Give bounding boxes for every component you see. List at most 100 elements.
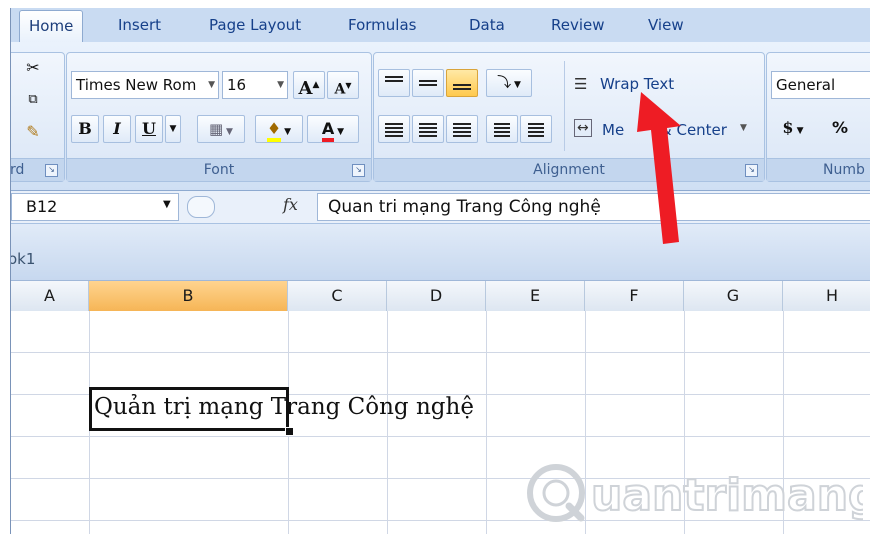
tab-home[interactable]: Home — [19, 10, 84, 45]
fill-handle[interactable] — [285, 427, 294, 436]
align-top-icon — [385, 76, 403, 84]
grow-font-button[interactable]: A▲ — [293, 71, 325, 99]
increase-indent-button[interactable] — [520, 115, 552, 143]
ribbon: ✂ ⧉ ✎ rd ↘ Times New Rom ▼ 16 ▼ A▲ A▼ B … — [11, 42, 870, 191]
workbook-title-bar: ok1 — [11, 224, 870, 280]
cell-b12-text: Quản trị mạng Trang Công nghệ — [94, 394, 474, 420]
font-group-label: Font — [67, 158, 371, 181]
borders-icon: ▦ — [209, 120, 224, 138]
splitter-handle[interactable] — [187, 196, 215, 218]
number-group: General $ ▼ % Numb — [766, 52, 870, 182]
column-header-e[interactable]: E — [486, 281, 585, 311]
column-header-f[interactable]: F — [585, 281, 684, 311]
insert-function-icon[interactable]: fx — [283, 195, 298, 214]
decrease-indent-icon — [494, 122, 510, 137]
chevron-down-icon: ▼ — [334, 127, 345, 137]
chevron-down-icon: ▼ — [793, 126, 804, 136]
underline-dropdown-icon[interactable]: ▼ — [165, 115, 181, 143]
column-header-a[interactable]: A — [11, 281, 89, 311]
merge-center-icon: ↔ — [574, 119, 592, 137]
underline-button[interactable]: U — [135, 115, 163, 143]
italic-button[interactable]: I — [103, 115, 131, 143]
column-header-b[interactable]: B — [89, 281, 288, 311]
align-right-button[interactable] — [446, 115, 478, 143]
fill-bucket-icon: ♦ — [266, 119, 282, 142]
alignment-group: ⤵ ▼ ☰ Wrap Text ↔ Me & Center ▼ Alignmen… — [373, 52, 765, 182]
name-box[interactable]: B12 — [11, 193, 179, 221]
number-group-label: Numb — [767, 158, 870, 181]
name-box-dropdown-icon[interactable]: ▼ — [163, 199, 171, 210]
chevron-down-icon: ▼ — [277, 80, 284, 90]
copy-icon[interactable]: ⧉ — [20, 87, 46, 115]
tab-insert[interactable]: Insert — [118, 16, 161, 34]
clipboard-launcher-icon[interactable]: ↘ — [45, 164, 58, 177]
font-name-select[interactable]: Times New Rom ▼ — [71, 71, 219, 99]
font-launcher-icon[interactable]: ↘ — [352, 164, 365, 177]
font-color-icon: A — [321, 119, 335, 142]
cut-icon[interactable]: ✂ — [20, 55, 46, 83]
excel-window: Home Insert Page Layout Formulas Data Re… — [10, 8, 870, 534]
bold-button[interactable]: B — [71, 115, 99, 143]
tab-data[interactable]: Data — [469, 16, 505, 34]
align-top-button[interactable] — [378, 69, 410, 97]
wrap-text-icon: ☰ — [574, 75, 588, 93]
orientation-icon: ⤵ — [497, 75, 512, 91]
tab-formulas[interactable]: Formulas — [348, 16, 416, 34]
tab-page-layout[interactable]: Page Layout — [209, 16, 301, 34]
align-middle-button[interactable] — [412, 69, 444, 97]
shrink-font-label: A — [334, 81, 346, 98]
grow-font-label: A — [298, 78, 313, 99]
currency-label: $ — [782, 118, 794, 137]
alignment-group-label: Alignment — [374, 158, 764, 181]
watermark-logo: uantrimang — [527, 464, 863, 522]
column-header-d[interactable]: D — [387, 281, 486, 311]
ribbon-tabs: Home Insert Page Layout Formulas Data Re… — [11, 8, 870, 45]
font-group: Times New Rom ▼ 16 ▼ A▲ A▼ B I U ▼ ▦ ▼ ♦… — [66, 52, 372, 182]
group-divider — [564, 61, 565, 151]
column-header-c[interactable]: C — [288, 281, 387, 311]
wrap-text-label: Wrap Text — [600, 75, 675, 93]
font-color-button[interactable]: A ▼ — [307, 115, 359, 143]
percent-button[interactable]: % — [825, 115, 855, 143]
format-painter-icon[interactable]: ✎ — [20, 119, 46, 147]
align-left-icon — [385, 122, 403, 137]
number-format-select[interactable]: General — [771, 71, 870, 99]
align-bottom-button[interactable] — [446, 69, 478, 97]
formula-input[interactable]: Quan tri mạng Trang Công nghệ — [317, 193, 870, 221]
chevron-down-icon: ▼ — [740, 123, 747, 133]
clipboard-group: ✂ ⧉ ✎ rd ↘ — [11, 52, 65, 182]
font-size-select[interactable]: 16 ▼ — [222, 71, 288, 99]
chevron-down-icon: ▼ — [511, 80, 521, 90]
decrease-indent-button[interactable] — [486, 115, 518, 143]
tab-view[interactable]: View — [648, 16, 684, 34]
column-headers: A B C D E F G H — [11, 280, 870, 312]
grid-line — [387, 311, 388, 534]
font-size-value: 16 — [227, 76, 247, 94]
red-arrow-annotation — [637, 92, 681, 244]
currency-button[interactable]: $ ▼ — [771, 115, 815, 143]
borders-button[interactable]: ▦ ▼ — [197, 115, 245, 143]
arrow-shape — [637, 92, 681, 244]
formula-bar: B12 ▼ fx Quan tri mạng Trang Công nghệ — [11, 191, 870, 224]
align-center-button[interactable] — [412, 115, 444, 143]
column-header-h[interactable]: H — [783, 281, 870, 311]
increase-indent-icon — [528, 122, 544, 137]
chevron-down-icon: ▼ — [223, 127, 233, 137]
align-middle-icon — [419, 79, 437, 88]
alignment-launcher-icon[interactable]: ↘ — [745, 164, 758, 177]
fill-color-button[interactable]: ♦ ▼ — [255, 115, 303, 143]
tab-review[interactable]: Review — [551, 16, 605, 34]
orientation-button[interactable]: ⤵ ▼ — [486, 69, 532, 97]
font-name-value: Times New Rom — [76, 76, 197, 94]
merge-center-label-left: Me — [602, 121, 625, 139]
align-bottom-icon — [453, 84, 471, 92]
align-center-icon — [419, 122, 437, 137]
workbook-name: ok1 — [10, 250, 36, 268]
chevron-down-icon: ▼ — [208, 80, 215, 90]
chevron-down-icon: ▼ — [281, 127, 292, 137]
align-left-button[interactable] — [378, 115, 410, 143]
align-right-icon — [453, 122, 471, 137]
grid-line — [486, 311, 487, 534]
column-header-g[interactable]: G — [684, 281, 783, 311]
shrink-font-button[interactable]: A▼ — [327, 71, 359, 99]
